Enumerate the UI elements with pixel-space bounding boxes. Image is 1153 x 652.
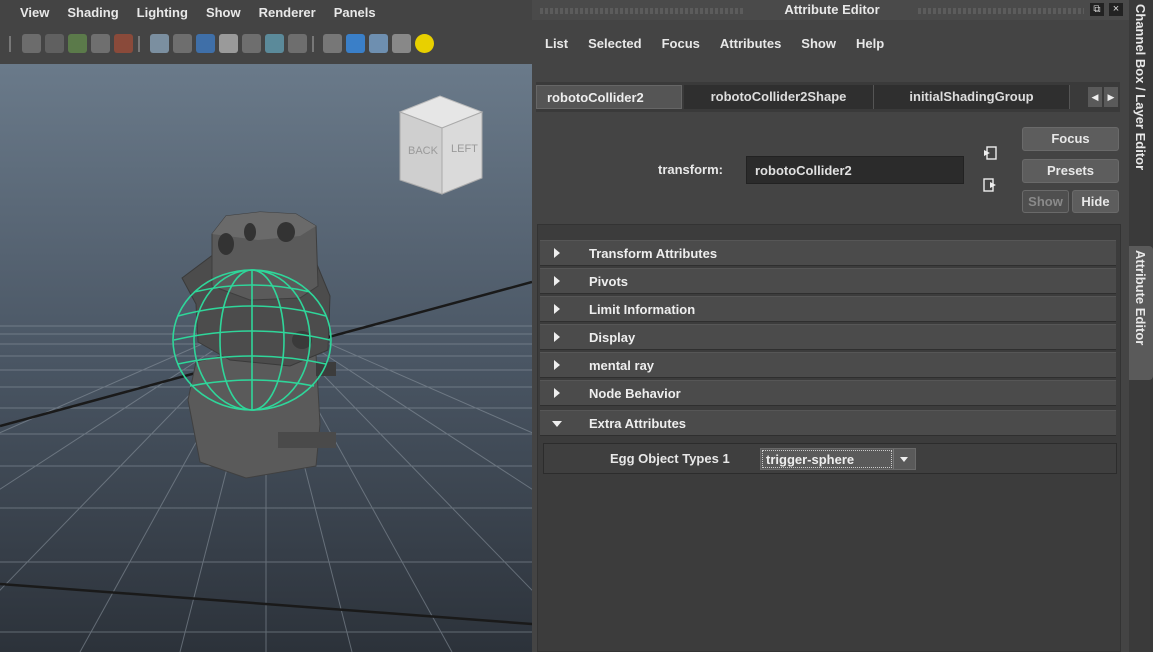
textured-icon[interactable] [392,34,411,53]
tab-attribute-editor[interactable]: Attribute Editor [1129,246,1153,380]
section-label: Extra Attributes [589,416,687,431]
hide-button[interactable]: Hide [1072,190,1119,213]
camera-attributes-icon[interactable] [45,34,64,53]
view-cube[interactable]: BACK LEFT [398,95,484,195]
section-label: Limit Information [589,302,696,317]
menu-attributes[interactable]: Attributes [720,36,781,62]
output-connection-icon[interactable] [983,178,997,192]
grid-icon[interactable] [150,34,169,53]
scene-view[interactable]: BACK LEFT [0,64,532,652]
tab-initialshadinggroup[interactable]: initialShadingGroup [874,85,1070,109]
view-cube-back-label: BACK [408,145,439,157]
extra-attribute-row: Egg Object Types 1 trigger-sphere [543,443,1117,474]
menu-list[interactable]: List [545,36,568,62]
transform-label: transform: [658,162,724,177]
section-label: Transform Attributes [589,246,718,261]
tab-robotocollider2[interactable]: robotoCollider2 [536,85,682,109]
expand-arrow-icon [554,360,560,370]
gate-mask-icon[interactable] [219,34,238,53]
safe-action-icon[interactable] [265,34,284,53]
node-tabbar: robotoCollider2 robotoCollider2Shape ini… [536,82,1120,112]
smooth-shade-icon[interactable] [346,34,365,53]
film-gate-icon[interactable] [173,34,192,53]
egg-object-types-dropdown[interactable]: trigger-sphere [760,448,916,470]
section-label: mental ray [589,358,655,373]
section-transform-attributes[interactable]: Transform Attributes [540,240,1116,266]
transform-name-field[interactable]: robotoCollider2 [746,156,964,184]
expand-arrow-icon [554,304,560,314]
side-tab-strip: Channel Box / Layer Editor Attribute Edi… [1129,0,1153,652]
side-tab-label: Channel Box / Layer Editor [1133,4,1148,171]
viewport-menubar: View Shading Lighting Show Renderer Pane… [0,0,532,24]
float-panel-icon[interactable]: ⧉ [1090,3,1104,16]
bookmarks-icon[interactable] [68,34,87,53]
section-pivots[interactable]: Pivots [540,268,1116,294]
viewport-panel: View Shading Lighting Show Renderer Pane… [0,0,532,652]
wireframe-icon[interactable] [323,34,342,53]
menu-renderer[interactable]: Renderer [259,5,316,20]
focus-button[interactable]: Focus [1022,127,1119,151]
dropdown-value: trigger-sphere [762,450,892,468]
expand-arrow-icon [554,276,560,286]
collapse-arrow-icon [552,421,562,427]
attribute-editor-titlebar[interactable]: Attribute Editor ⧉ × [532,0,1129,20]
expand-arrow-icon [554,248,560,258]
show-button[interactable]: Show [1022,190,1069,213]
titlebar-grip [540,8,745,14]
chevron-down-icon [893,449,915,469]
resolution-gate-icon[interactable] [196,34,215,53]
menu-show[interactable]: Show [801,36,836,62]
view-cube-left-label: LEFT [451,143,478,155]
menu-help[interactable]: Help [856,36,884,62]
safe-title-icon[interactable] [288,34,307,53]
attribute-editor-panel: Attribute Editor ⧉ × List Selected Focus… [532,0,1129,652]
field-chart-icon[interactable] [242,34,261,53]
2d-pan-zoom-icon[interactable] [114,34,133,53]
toolbar-separator [9,36,11,52]
wireframe-on-shaded-icon[interactable] [369,34,388,53]
section-label: Pivots [589,274,629,289]
viewport-toolbar [0,24,532,64]
expand-arrow-icon [554,332,560,342]
close-icon[interactable]: × [1109,3,1123,16]
tab-scroll-right-icon[interactable]: ▶ [1104,87,1118,107]
attribute-editor-title: Attribute Editor [752,2,912,17]
select-camera-icon[interactable] [22,34,41,53]
toolbar-separator [138,36,140,52]
section-extra-attributes[interactable]: Extra Attributes [540,410,1116,436]
image-plane-icon[interactable] [91,34,110,53]
menu-lighting[interactable]: Lighting [137,5,188,20]
input-connection-icon[interactable] [983,146,997,160]
titlebar-grip [918,8,1084,14]
tab-robotocollider2shape[interactable]: robotoCollider2Shape [684,85,874,109]
expand-arrow-icon [554,388,560,398]
toolbar-separator [312,36,314,52]
tab-channel-box-layer-editor[interactable]: Channel Box / Layer Editor [1129,0,1153,240]
egg-object-types-label: Egg Object Types 1 [610,451,730,466]
section-label: Node Behavior [589,386,681,401]
section-display[interactable]: Display [540,324,1116,350]
section-node-behavior[interactable]: Node Behavior [540,380,1116,406]
use-all-lights-icon[interactable] [415,34,434,53]
menu-focus[interactable]: Focus [662,36,700,62]
section-limit-information[interactable]: Limit Information [540,296,1116,322]
attribute-editor-menubar: List Selected Focus Attributes Show Help [532,36,884,62]
menu-view[interactable]: View [20,5,49,20]
tab-scroll-left-icon[interactable]: ◀ [1088,87,1102,107]
presets-button[interactable]: Presets [1022,159,1119,183]
side-tab-label: Attribute Editor [1133,250,1148,346]
menu-show[interactable]: Show [206,5,241,20]
menu-shading[interactable]: Shading [67,5,118,20]
menu-selected[interactable]: Selected [588,36,641,62]
section-label: Display [589,330,636,345]
section-mental-ray[interactable]: mental ray [540,352,1116,378]
menu-panels[interactable]: Panels [334,5,376,20]
